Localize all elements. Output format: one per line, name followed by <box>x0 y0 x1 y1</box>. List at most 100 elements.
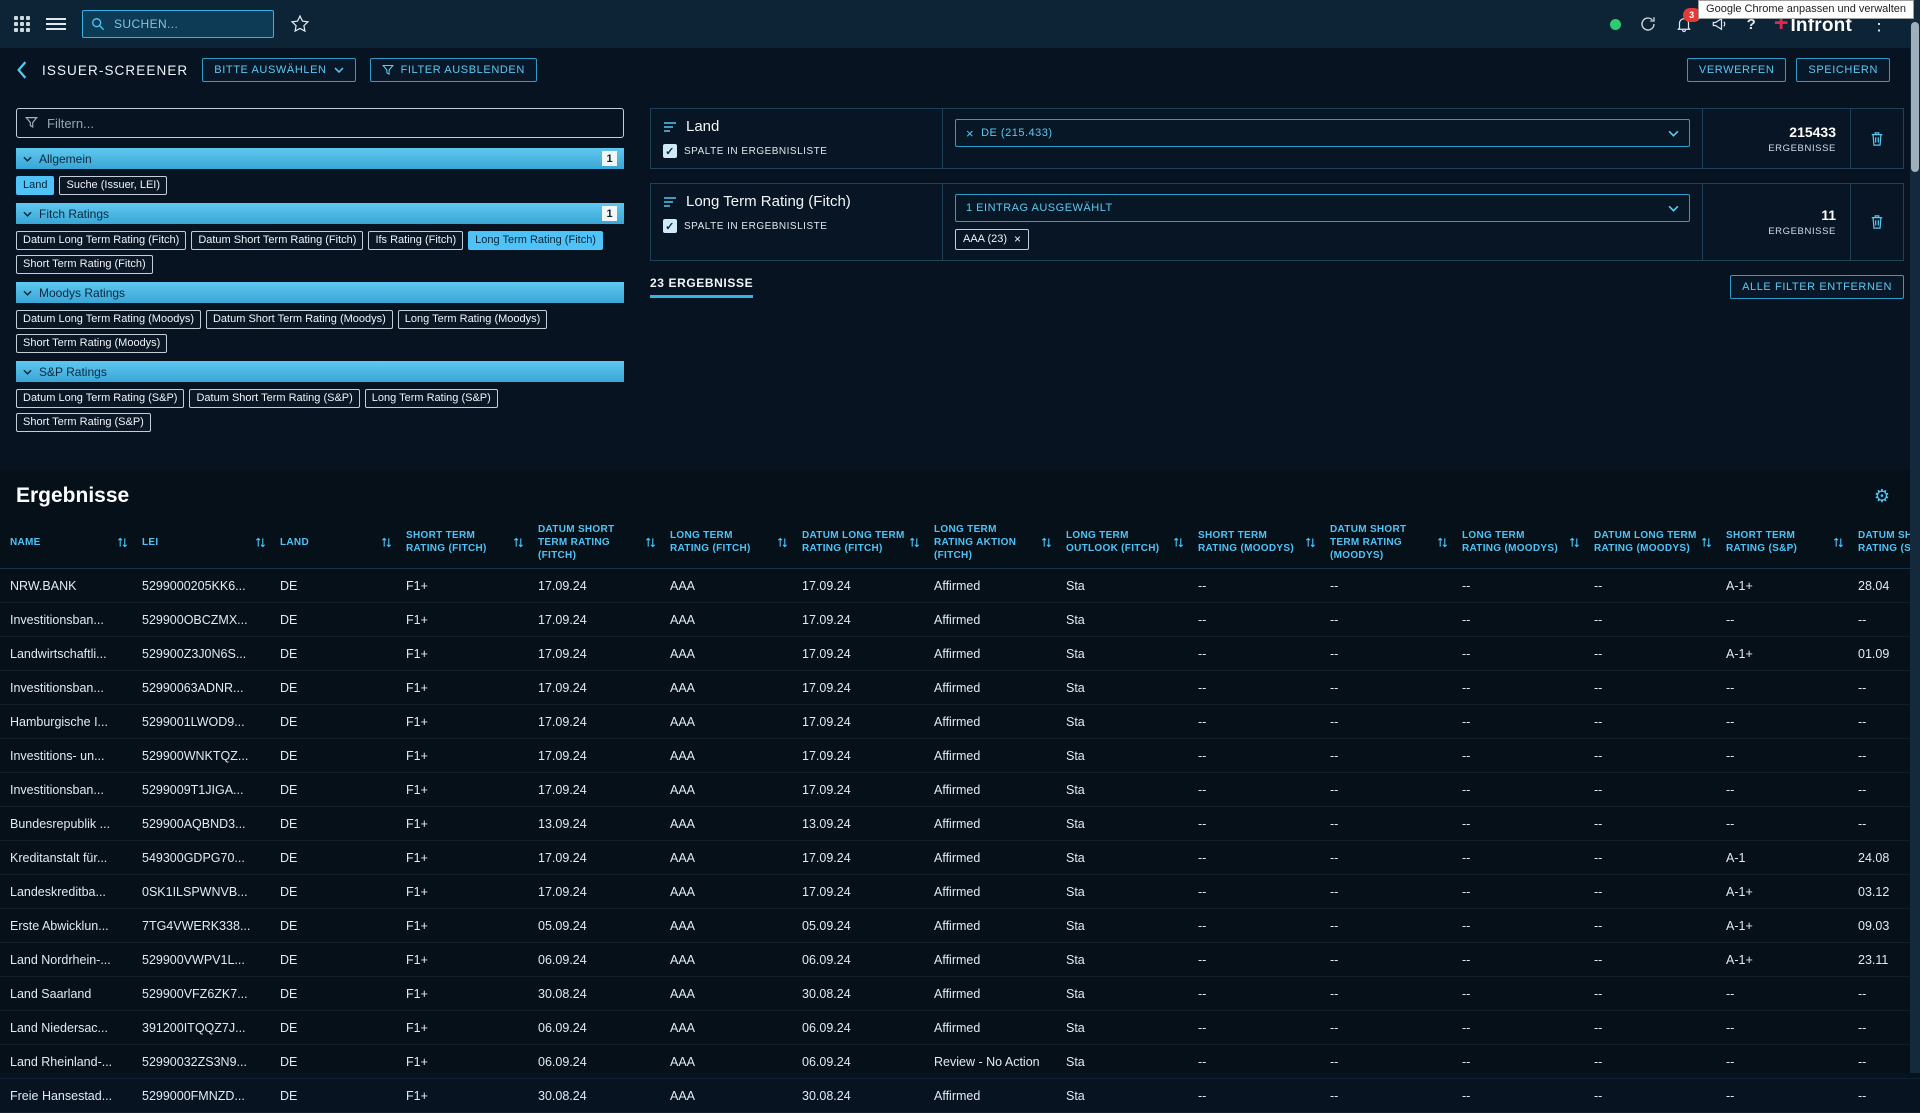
section-header-fitch[interactable]: Fitch Ratings 1 <box>16 203 624 224</box>
column-header[interactable]: LONG TERM RATING AKTION (FITCH) <box>924 516 1056 569</box>
column-header[interactable]: LONG TERM RATING (MOODYS) <box>1452 516 1584 569</box>
filter-field-tag[interactable]: Ifs Rating (Fitch) <box>368 231 463 250</box>
column-header[interactable]: DATUM LONG TERM RATING (MOODYS) <box>1584 516 1716 569</box>
column-header[interactable]: LEI <box>132 516 270 569</box>
sort-icon[interactable] <box>513 537 524 548</box>
notifications-bell-icon[interactable]: 3 <box>1675 15 1693 33</box>
table-row[interactable]: Investitions- un... 529900WNKTQZ... DE F… <box>0 739 1920 773</box>
remove-chip-icon[interactable]: × <box>1014 232 1021 246</box>
toggle-filters-button[interactable]: FILTER AUSBLENDEN <box>370 58 537 82</box>
column-header[interactable]: LONG TERM RATING (FITCH) <box>660 516 792 569</box>
column-header[interactable]: SHORT TERM RATING (S&P) <box>1716 516 1848 569</box>
filter-field-tag[interactable]: Land <box>16 176 54 195</box>
column-header[interactable]: SHORT TERM RATING (MOODYS) <box>1188 516 1320 569</box>
drag-handle-icon[interactable] <box>663 121 677 133</box>
sort-icon[interactable] <box>1569 537 1580 548</box>
rating-filter-dropdown[interactable]: 1 EINTRAG AUSGEWÄHLT <box>955 194 1690 222</box>
cell-long-term-rating-moodys: -- <box>1452 875 1584 909</box>
column-in-results-checkbox[interactable]: ✓ SPALTE IN ERGEBNISLISTE <box>663 144 930 158</box>
sort-icon[interactable] <box>255 537 266 548</box>
checkbox-label: SPALTE IN ERGEBNISLISTE <box>684 221 827 232</box>
delete-filter-button[interactable] <box>1851 109 1903 168</box>
gear-icon[interactable]: ⚙ <box>1874 486 1890 507</box>
section-header-allgemein[interactable]: Allgemein 1 <box>16 148 624 169</box>
cell-lei: 529900VFZ6ZK7... <box>132 977 270 1011</box>
sort-icon[interactable] <box>117 537 128 548</box>
sort-icon[interactable] <box>381 537 392 548</box>
section-header-moodys[interactable]: Moodys Ratings <box>16 282 624 303</box>
land-filter-dropdown[interactable]: × DE (215.433) <box>955 119 1690 147</box>
cell-long-term-rating-aktion-fitch: Affirmed <box>924 773 1056 807</box>
global-search[interactable] <box>82 10 274 38</box>
back-button[interactable] <box>16 61 28 79</box>
sort-icon[interactable] <box>1173 537 1184 548</box>
filter-field-tag[interactable]: Suche (Issuer, LEI) <box>59 176 167 195</box>
sort-icon[interactable] <box>1305 537 1316 548</box>
column-in-results-checkbox[interactable]: ✓ SPALTE IN ERGEBNISLISTE <box>663 219 930 233</box>
column-header[interactable]: DATUM SHORT TERM RATING (FITCH) <box>528 516 660 569</box>
discard-button[interactable]: VERWERFEN <box>1687 58 1786 82</box>
filter-field-tag[interactable]: Datum Short Term Rating (Fitch) <box>191 231 363 250</box>
filter-result-count: 215433 ERGEBNISSE <box>1703 109 1851 168</box>
search-input[interactable] <box>112 16 265 32</box>
scrollbar-thumb[interactable] <box>1911 22 1919 172</box>
filter-field-tag[interactable]: Datum Short Term Rating (Moodys) <box>206 310 393 329</box>
column-header[interactable]: LONG TERM OUTLOOK (FITCH) <box>1056 516 1188 569</box>
save-button[interactable]: SPEICHERN <box>1796 58 1890 82</box>
column-header[interactable]: DATUM SHORT TERM RATING (MOODYS) <box>1320 516 1452 569</box>
filter-field-tag[interactable]: Long Term Rating (S&P) <box>365 389 498 408</box>
filter-field-tag[interactable]: Datum Long Term Rating (S&P) <box>16 389 184 408</box>
total-results-link[interactable]: 23 ERGEBNISSE <box>650 276 753 298</box>
table-row[interactable]: Land Nordrhein-... 529900VWPV1L... DE F1… <box>0 943 1920 977</box>
table-row[interactable]: Investitionsban... 52990063ADNR... DE F1… <box>0 671 1920 705</box>
clear-all-filters-button[interactable]: ALLE FILTER ENTFERNEN <box>1730 275 1904 299</box>
selected-rating-chip[interactable]: AAA (23) × <box>955 229 1029 250</box>
section-header-sp[interactable]: S&P Ratings <box>16 361 624 382</box>
results-title: Ergebnisse <box>16 484 129 508</box>
column-header[interactable]: SHORT TERM RATING (FITCH) <box>396 516 528 569</box>
table-row[interactable]: Freie Hansestad... 5299000FMNZD... DE F1… <box>0 1079 1920 1113</box>
vertical-scrollbar[interactable] <box>1910 0 1920 1073</box>
column-header[interactable]: NAME <box>0 516 132 569</box>
table-row[interactable]: Land Rheinland-... 52990032ZS3N9... DE F… <box>0 1045 1920 1079</box>
filter-field-search-input[interactable] <box>16 108 624 138</box>
filter-field-tag[interactable]: Datum Long Term Rating (Moodys) <box>16 310 201 329</box>
refresh-icon[interactable] <box>1639 15 1657 33</box>
table-row[interactable]: Land Niedersac... 391200ITQQZ7J... DE F1… <box>0 1011 1920 1045</box>
remove-value-icon[interactable]: × <box>966 126 974 141</box>
sort-icon[interactable] <box>645 537 656 548</box>
preset-dropdown-button[interactable]: BITTE AUSWÄHLEN <box>202 58 355 82</box>
table-row[interactable]: Landeskreditba... 0SK1ILSPWNVB... DE F1+… <box>0 875 1920 909</box>
table-row[interactable]: Landwirtschaftli... 529900Z3J0N6S... DE … <box>0 637 1920 671</box>
sort-icon[interactable] <box>777 537 788 548</box>
filter-field-tag[interactable]: Long Term Rating (Moodys) <box>398 310 548 329</box>
sort-icon[interactable] <box>1701 537 1712 548</box>
filter-field-tag[interactable]: Short Term Rating (Moodys) <box>16 334 167 353</box>
cell-long-term-rating-fitch: AAA <box>660 637 792 671</box>
table-row[interactable]: Investitionsban... 5299009T1JIGA... DE F… <box>0 773 1920 807</box>
filter-field-tag[interactable]: Datum Long Term Rating (Fitch) <box>16 231 186 250</box>
table-row[interactable]: Hamburgische I... 5299001LWOD9... DE F1+… <box>0 705 1920 739</box>
menu-icon[interactable] <box>46 17 66 31</box>
table-row[interactable]: Land Saarland 529900VFZ6ZK7... DE F1+ 30… <box>0 977 1920 1011</box>
filter-field-tag[interactable]: Datum Short Term Rating (S&P) <box>189 389 359 408</box>
table-row[interactable]: Investitionsban... 529900OBCZMX... DE F1… <box>0 603 1920 637</box>
cell-datum-short-term-rating-moodys: -- <box>1320 671 1452 705</box>
sort-icon[interactable] <box>1041 537 1052 548</box>
table-row[interactable]: Kreditanstalt für... 549300GDPG70... DE … <box>0 841 1920 875</box>
drag-handle-icon[interactable] <box>663 196 677 208</box>
favorites-star-icon[interactable] <box>290 14 310 34</box>
table-row[interactable]: NRW.BANK 5299000205KK6... DE F1+ 17.09.2… <box>0 569 1920 603</box>
sort-icon[interactable] <box>1437 537 1448 548</box>
table-row[interactable]: Erste Abwicklun... 7TG4VWERK338... DE F1… <box>0 909 1920 943</box>
filter-field-tag[interactable]: Short Term Rating (S&P) <box>16 413 151 432</box>
apps-grid-icon[interactable] <box>14 16 30 32</box>
filter-field-tag[interactable]: Short Term Rating (Fitch) <box>16 255 153 274</box>
column-header[interactable]: LAND <box>270 516 396 569</box>
filter-field-tag[interactable]: Long Term Rating (Fitch) <box>468 231 603 250</box>
sort-icon[interactable] <box>909 537 920 548</box>
sort-icon[interactable] <box>1833 537 1844 548</box>
table-row[interactable]: Bundesrepublik ... 529900AQBND3... DE F1… <box>0 807 1920 841</box>
column-header[interactable]: DATUM LONG TERM RATING (FITCH) <box>792 516 924 569</box>
delete-filter-button[interactable] <box>1851 184 1903 260</box>
